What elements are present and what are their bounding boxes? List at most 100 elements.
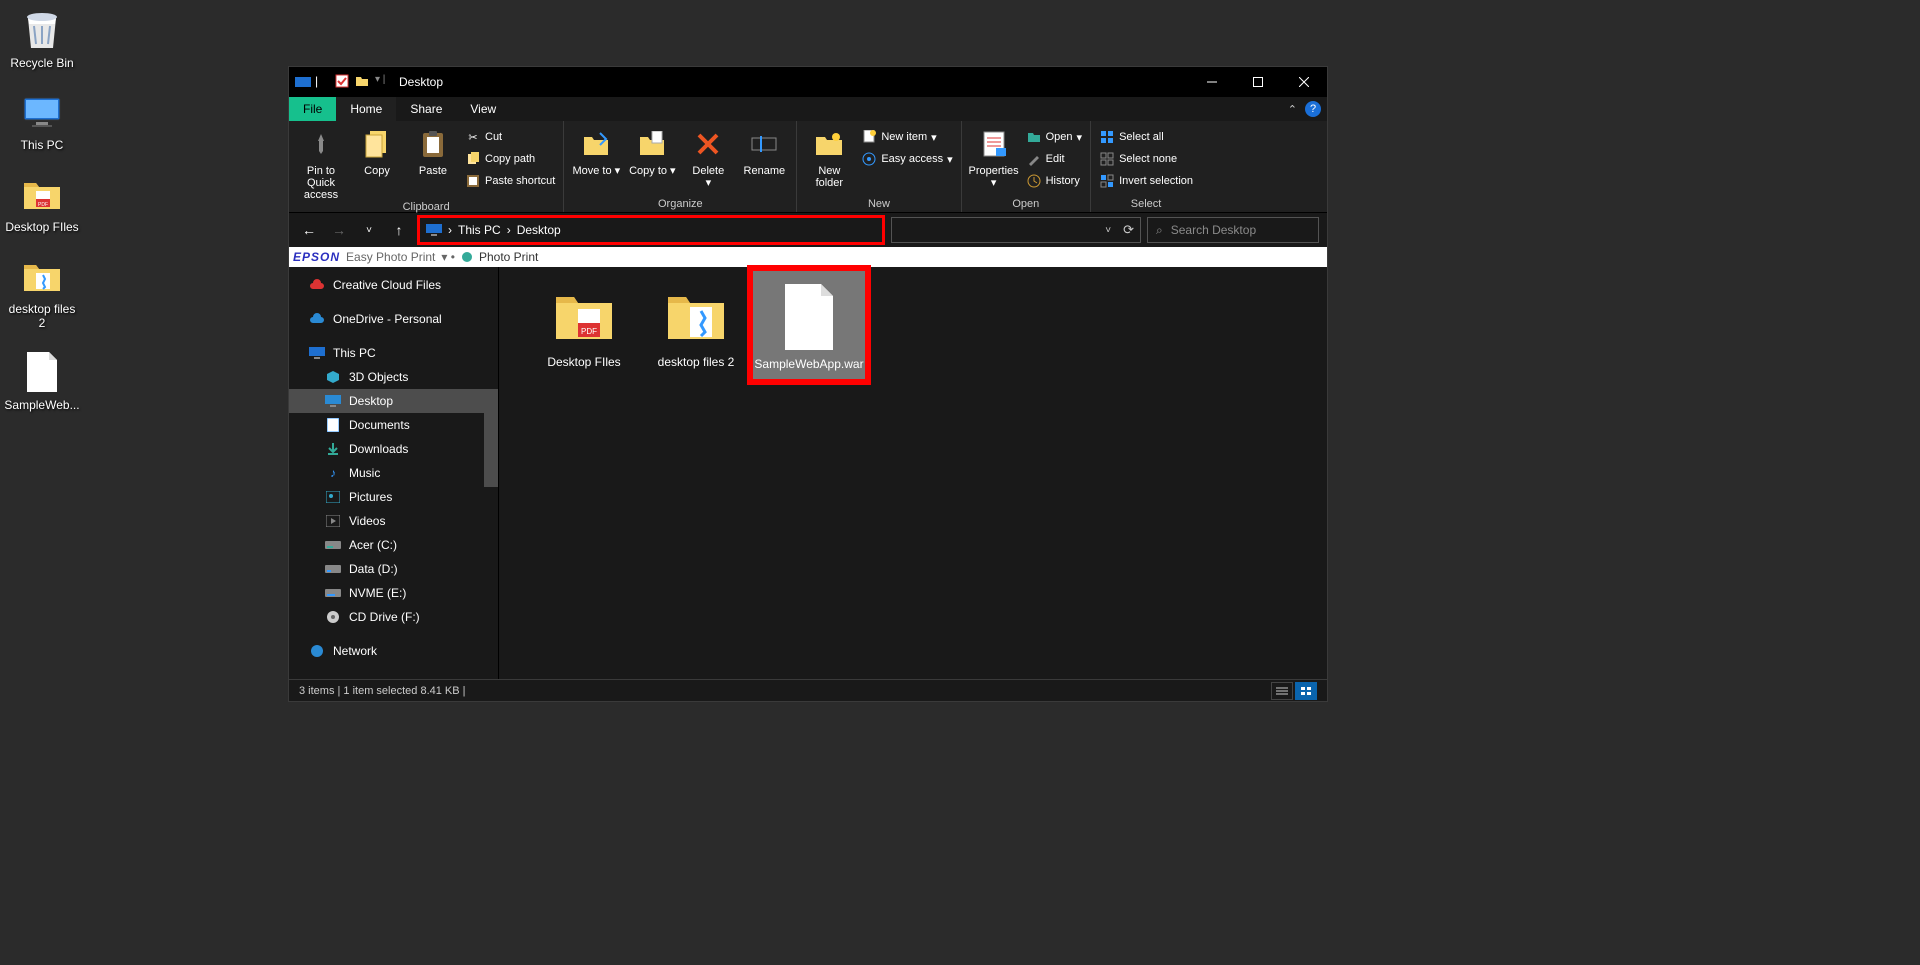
qat-dropdown[interactable]: ▾ |	[375, 74, 391, 90]
paste-shortcut-button[interactable]: Paste shortcut	[463, 171, 557, 191]
delete-button[interactable]: Delete▾	[682, 123, 734, 189]
ribbon: Pin to Quick access Copy Paste ✂Cut Copy…	[289, 121, 1327, 213]
nav-item-downloads[interactable]: Downloads	[289, 437, 498, 461]
music-icon: ♪	[325, 465, 341, 481]
window-controls	[1189, 67, 1327, 97]
nav-recent-button[interactable]: ˅	[357, 218, 381, 242]
titlebar[interactable]: | ▾ | Desktop	[289, 67, 1327, 97]
paste-button[interactable]: Paste	[407, 123, 459, 177]
select-all-button[interactable]: Select all	[1097, 127, 1195, 147]
copy-to-button[interactable]: Copy to ▾	[626, 123, 678, 177]
button-label: Copy to	[629, 165, 667, 177]
nav-item-3d-objects[interactable]: 3D Objects	[289, 365, 498, 389]
address-bar[interactable]: › This PC › Desktop	[417, 215, 885, 245]
new-item-button[interactable]: New item ▾	[859, 127, 954, 147]
new-folder-button[interactable]: New folder	[803, 123, 855, 189]
nav-label: 3D Objects	[349, 370, 408, 384]
drive-icon	[325, 561, 341, 577]
minimize-button[interactable]	[1189, 67, 1235, 97]
nav-item-pictures[interactable]: Pictures	[289, 485, 498, 509]
nav-item-videos[interactable]: Videos	[289, 509, 498, 533]
file-explorer-window: | ▾ | Desktop File Home Share View ⌃ ?	[288, 66, 1328, 702]
breadcrumb-item[interactable]: Desktop	[517, 223, 561, 237]
desktop-icon-recycle-bin[interactable]: Recycle Bin	[4, 6, 80, 70]
cut-button[interactable]: ✂Cut	[463, 127, 557, 147]
select-none-button[interactable]: Select none	[1097, 149, 1195, 169]
nav-item-creative-cloud[interactable]: Creative Cloud Files	[289, 273, 498, 297]
maximize-button[interactable]	[1235, 67, 1281, 97]
nav-up-button[interactable]: ↑	[387, 218, 411, 242]
ribbon-collapse-icon[interactable]: ⌃	[1288, 103, 1297, 116]
navigation-pane[interactable]: Creative Cloud Files OneDrive - Personal…	[289, 267, 499, 679]
nav-item-this-pc[interactable]: This PC	[289, 341, 498, 365]
tab-home[interactable]: Home	[336, 97, 396, 121]
epson-photo-print[interactable]: Photo Print	[479, 250, 538, 264]
nav-item-drive-e[interactable]: NVME (E:)	[289, 581, 498, 605]
button-label: Invert selection	[1119, 175, 1193, 187]
desktop-icon-label: Recycle Bin	[4, 56, 80, 70]
file-item-folder-2[interactable]: desktop files 2	[641, 275, 751, 369]
move-to-icon	[570, 123, 622, 165]
copy-path-button[interactable]: Copy path	[463, 149, 557, 169]
tab-file[interactable]: File	[289, 97, 336, 121]
nav-item-network[interactable]: Network	[289, 639, 498, 663]
epson-easy-print[interactable]: Easy Photo Print	[346, 250, 435, 264]
ribbon-group-label: Open	[968, 198, 1084, 212]
pictures-icon	[325, 489, 341, 505]
icons-view-button[interactable]	[1295, 682, 1317, 700]
copy-button[interactable]: Copy	[351, 123, 403, 177]
details-view-button[interactable]	[1271, 682, 1293, 700]
pin-to-quick-access-button[interactable]: Pin to Quick access	[295, 123, 347, 201]
move-to-button[interactable]: Move to ▾	[570, 123, 622, 177]
nav-item-drive-f[interactable]: CD Drive (F:)	[289, 605, 498, 629]
desktop-icon-folder-1[interactable]: PDF Desktop FIles	[4, 170, 80, 234]
invert-selection-button[interactable]: Invert selection	[1097, 171, 1195, 191]
nav-back-button[interactable]: ←	[297, 218, 321, 242]
epson-brand: EPSON	[293, 250, 340, 264]
nav-scrollbar-thumb[interactable]	[484, 407, 498, 487]
button-label: New item	[881, 131, 927, 143]
qat-folder-icon[interactable]	[355, 74, 371, 90]
rename-button[interactable]: Rename	[738, 123, 790, 177]
refresh-icon[interactable]: ⟳	[1123, 222, 1134, 238]
nav-item-drive-d[interactable]: Data (D:)	[289, 557, 498, 581]
button-label: Select all	[1119, 131, 1164, 143]
3d-objects-icon	[325, 369, 341, 385]
address-dropdown-icon[interactable]: ˅	[1105, 225, 1111, 236]
file-item-war-file[interactable]: SampleWebApp.war	[753, 271, 865, 379]
history-button[interactable]: History	[1024, 171, 1084, 191]
nav-item-onedrive[interactable]: OneDrive - Personal	[289, 307, 498, 331]
nav-item-music[interactable]: ♪Music	[289, 461, 498, 485]
button-label: Move to	[572, 165, 611, 177]
edit-button[interactable]: Edit	[1024, 149, 1084, 169]
button-label: Edit	[1046, 153, 1065, 165]
nav-label: Data (D:)	[349, 562, 398, 576]
tab-share[interactable]: Share	[396, 97, 456, 121]
folder-icon	[641, 275, 751, 355]
desktop-icon-folder-2[interactable]: desktop files 2	[4, 252, 80, 330]
search-box[interactable]: ⌕ Search Desktop	[1147, 217, 1319, 243]
properties-button[interactable]: Properties▾	[968, 123, 1020, 189]
help-icon[interactable]: ?	[1305, 101, 1321, 117]
breadcrumb-item[interactable]: This PC	[458, 223, 501, 237]
button-label: Copy	[351, 165, 403, 177]
tab-view[interactable]: View	[456, 97, 510, 121]
nav-forward-button[interactable]: →	[327, 218, 351, 242]
open-button[interactable]: Open ▾	[1024, 127, 1084, 147]
paste-icon	[407, 123, 459, 165]
nav-item-drive-c[interactable]: Acer (C:)	[289, 533, 498, 557]
desktop-icon-this-pc[interactable]: This PC	[4, 88, 80, 152]
file-list-pane[interactable]: PDF Desktop FIles desktop files 2 Sample…	[499, 267, 1327, 679]
file-item-folder-1[interactable]: PDF Desktop FIles	[529, 275, 639, 369]
ribbon-group-label: Organize	[570, 198, 790, 212]
easy-access-button[interactable]: Easy access ▾	[859, 149, 954, 169]
desktop-icon-label: This PC	[4, 138, 80, 152]
address-bar-extension[interactable]: ˅ ⟳	[891, 217, 1141, 243]
close-button[interactable]	[1281, 67, 1327, 97]
ribbon-group-new: New folder New item ▾ Easy access ▾ New	[797, 121, 961, 212]
qat-icon[interactable]	[335, 74, 351, 90]
nav-item-documents[interactable]: Documents	[289, 413, 498, 437]
nav-item-desktop[interactable]: Desktop	[289, 389, 498, 413]
desktop-icon-file-1[interactable]: SampleWeb...	[4, 348, 80, 412]
button-label: Open	[1046, 131, 1073, 143]
